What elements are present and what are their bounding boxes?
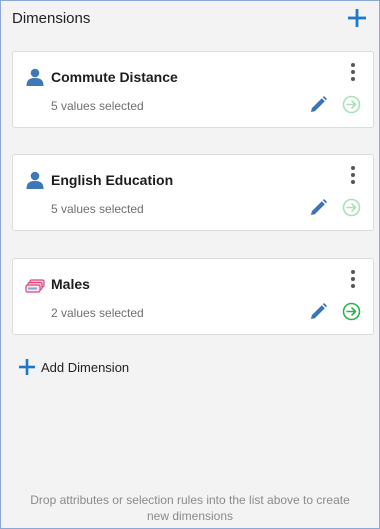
plus-icon [348, 9, 366, 27]
pencil-icon [311, 199, 327, 215]
kebab-dot [351, 70, 355, 74]
dimension-selection-count: 2 values selected [51, 306, 144, 320]
kebab-dot [351, 270, 355, 274]
kebab-dot [351, 180, 355, 184]
edit-dimension-button[interactable] [310, 96, 327, 113]
add-dimension-button[interactable]: Add Dimension [18, 357, 129, 377]
edit-dimension-button[interactable] [310, 199, 327, 216]
plus-icon [19, 359, 35, 375]
dimension-title: English Education [51, 172, 174, 188]
apply-dimension-button[interactable] [342, 95, 361, 114]
kebab-dot [351, 284, 355, 288]
more-options-button[interactable] [349, 166, 357, 186]
apply-dimension-button[interactable] [342, 302, 361, 321]
kebab-dot [351, 173, 355, 177]
person-icon [26, 68, 44, 86]
add-dimension-label: Add Dimension [41, 359, 130, 375]
dimension-title: Commute Distance [51, 69, 178, 85]
dimension-card-english-education[interactable]: English Education 5 values selected [12, 154, 374, 231]
apply-dimension-button[interactable] [342, 198, 361, 217]
arrow-circle-right-icon [342, 95, 361, 114]
kebab-dot [351, 277, 355, 281]
add-dimension-header-button[interactable] [347, 8, 367, 28]
panel-title: Dimensions [12, 10, 91, 27]
selection-stack-icon [25, 279, 45, 293]
arrow-circle-right-icon [342, 198, 361, 217]
arrow-circle-right-icon [342, 302, 361, 321]
edit-dimension-button[interactable] [310, 303, 327, 320]
drop-hint-text: Drop attributes or selection rules into … [30, 493, 350, 523]
dimension-card-commute-distance[interactable]: Commute Distance 5 values selected [12, 51, 374, 128]
pencil-icon [311, 96, 327, 112]
kebab-dot [351, 77, 355, 81]
more-options-button[interactable] [349, 63, 357, 83]
dimension-card-males[interactable]: Males 2 values selected [12, 258, 374, 335]
pencil-icon [311, 303, 327, 319]
dimension-selection-count: 5 values selected [51, 202, 144, 216]
more-options-button[interactable] [349, 270, 357, 290]
dimension-selection-count: 5 values selected [51, 99, 144, 113]
person-icon [26, 171, 44, 189]
dimension-title: Males [51, 276, 90, 292]
dimensions-panel: Dimensions Commute Distance 5 values sel… [0, 0, 380, 529]
panel-header: Dimensions [1, 1, 379, 37]
kebab-dot [351, 63, 355, 67]
kebab-dot [351, 166, 355, 170]
